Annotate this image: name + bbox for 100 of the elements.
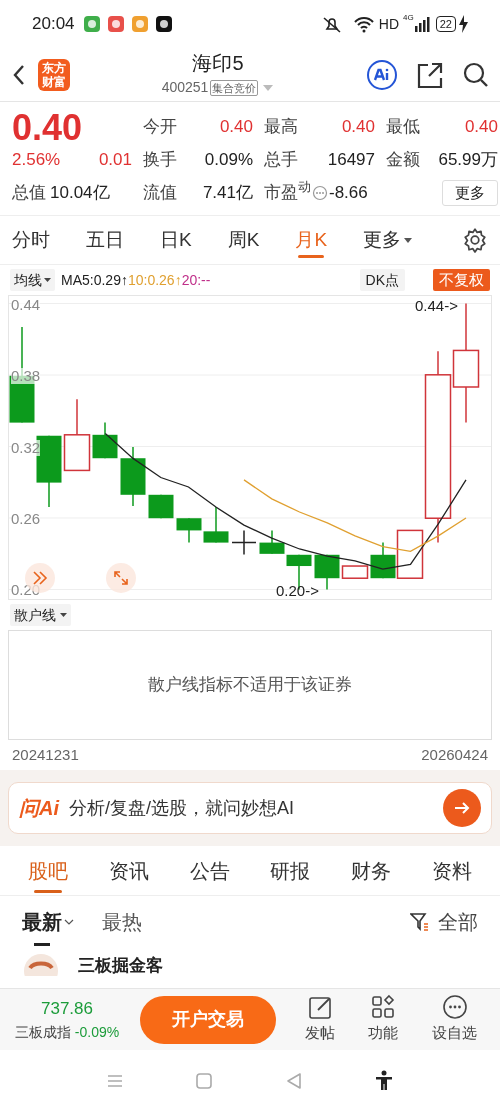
ai-assistant-icon[interactable] <box>366 58 398 91</box>
signal-icon <box>413 15 430 33</box>
field-value: 7.41亿 <box>202 181 253 204</box>
network-label: 4G <box>403 14 414 22</box>
chart-tab[interactable]: 周K <box>227 216 260 264</box>
field-label: 今开 <box>143 115 177 138</box>
short-video-app-icon <box>154 15 173 33</box>
ai-logo: 问Ai <box>19 796 59 821</box>
more-icon <box>441 994 468 1021</box>
index-change: -0.09% <box>74 1022 120 1042</box>
field-label: 金额 <box>386 148 420 171</box>
grid-icon <box>370 994 397 1021</box>
field-label: 市盈$^{动}$ <box>264 179 311 204</box>
home-icon[interactable] <box>195 1071 214 1090</box>
search-icon[interactable] <box>462 60 490 89</box>
index-name: 三板成指 <box>14 1022 71 1042</box>
more-button[interactable]: 更多 <box>442 179 498 206</box>
axis-label: 0.38 <box>11 368 41 384</box>
crosshair-icon <box>231 529 257 556</box>
candlestick <box>176 517 202 544</box>
field-value: 16497 <box>327 148 375 171</box>
expand-icon <box>113 570 129 586</box>
candlestick <box>148 494 174 519</box>
stock-code: 400251 <box>161 78 209 97</box>
chart-tab[interactable]: 五日 <box>86 216 124 264</box>
indicator-selector[interactable]: 均线 <box>10 269 55 291</box>
section-tab[interactable]: 资料 <box>431 846 472 895</box>
candlestick <box>259 529 285 555</box>
compose-icon <box>306 994 333 1021</box>
field-value: 0.40 <box>341 115 375 138</box>
field-label: 总值 <box>12 181 46 204</box>
feed-tab[interactable]: 最热 <box>102 896 142 948</box>
share-icon[interactable] <box>416 60 444 89</box>
auction-tag: 集合竞价 <box>210 79 259 96</box>
ai-prompt: 分析/复盘/选股，就问妙想AI <box>69 796 295 820</box>
app-logo: 东方财富 <box>38 58 70 91</box>
field-value: 10.04亿 <box>50 181 110 204</box>
moving-average-reading: 20:-- <box>181 270 211 290</box>
candlestick <box>120 446 146 507</box>
candlestick <box>203 506 229 544</box>
charging-icon <box>458 15 468 33</box>
change-amount: 0.01 <box>98 148 132 171</box>
end-date: 20260424 <box>421 744 488 765</box>
fullscreen-button[interactable] <box>106 563 136 593</box>
field-label: 总手 <box>264 148 298 171</box>
settings-icon[interactable] <box>462 227 488 253</box>
section-tab[interactable]: 资讯 <box>109 846 149 895</box>
feed-tab[interactable]: 最新 <box>22 896 74 948</box>
indicator-selector[interactable]: 散户线 <box>10 604 71 626</box>
double-chevron-icon <box>32 570 48 586</box>
low-price-marker: 0.20-> <box>276 583 319 599</box>
filter-button[interactable]: 全部 <box>410 907 478 937</box>
index-ticker[interactable]: 737.86 三板成指 -0.09% <box>6 996 128 1043</box>
filter-icon <box>410 912 430 932</box>
chat-app-icon <box>82 15 101 33</box>
index-value: 737.86 <box>41 998 93 1021</box>
moving-average-reading: MA5:0.29↑ <box>61 270 128 290</box>
field-label: 换手 <box>143 148 177 171</box>
toolbar-button[interactable]: 功能 <box>368 994 399 1045</box>
status-time: 20:04 <box>32 13 75 36</box>
field-value: -8.66 <box>329 181 368 204</box>
field-value: 65.99万 <box>438 148 498 171</box>
field-label: 最低 <box>386 115 420 138</box>
section-tab[interactable]: 股吧 <box>28 846 69 895</box>
ai-search-bar[interactable]: 问Ai 分析/复盘/选股，就问妙想AI <box>8 782 492 834</box>
field-label: 流值 <box>143 181 177 204</box>
dropdown-caret-icon <box>60 613 67 617</box>
indicator-message: 散户线指标不适用于该证券 <box>148 674 352 697</box>
change-percent: 2.56% <box>12 148 61 171</box>
wifi-icon <box>352 15 375 33</box>
stock-title: 海印5 <box>192 51 244 75</box>
accessibility-icon[interactable] <box>374 1069 395 1092</box>
hd-label: HD <box>378 14 400 34</box>
battery-level: 22 <box>435 16 456 32</box>
go-button[interactable] <box>443 789 481 827</box>
field-value: 0.09% <box>204 148 253 171</box>
caret-icon[interactable] <box>262 83 275 92</box>
high-price-marker: 0.44-> <box>415 298 458 314</box>
field-label: 最高 <box>264 115 298 138</box>
moving-average-reading: 10:0.26↑ <box>127 270 182 290</box>
chart-tab[interactable]: 分时 <box>12 216 50 264</box>
chart-tab[interactable]: 更多 <box>363 216 413 264</box>
avatar-icon[interactable] <box>24 954 58 976</box>
toolbar-button[interactable]: 设自选 <box>432 994 478 1045</box>
start-date: 20241231 <box>12 744 79 765</box>
dk-points-button[interactable]: DK点 <box>359 269 405 291</box>
toolbar-button[interactable]: 发帖 <box>304 994 335 1045</box>
music-app-icon <box>106 15 125 33</box>
field-value: 0.40 <box>219 115 253 138</box>
chart-tab[interactable]: 日K <box>160 216 192 264</box>
post-author[interactable]: 三板掘金客 <box>78 956 163 976</box>
section-tab[interactable]: 财务 <box>350 846 391 895</box>
info-icon[interactable] <box>312 184 328 201</box>
last-price: 0.40 <box>12 110 84 143</box>
section-tab[interactable]: 公告 <box>189 846 230 895</box>
dropdown-caret-icon <box>44 278 51 282</box>
section-tab[interactable]: 研报 <box>270 846 311 895</box>
field-value: 0.40 <box>464 115 498 138</box>
video-app-icon <box>130 15 149 33</box>
axis-label: 0.26 <box>11 511 41 527</box>
